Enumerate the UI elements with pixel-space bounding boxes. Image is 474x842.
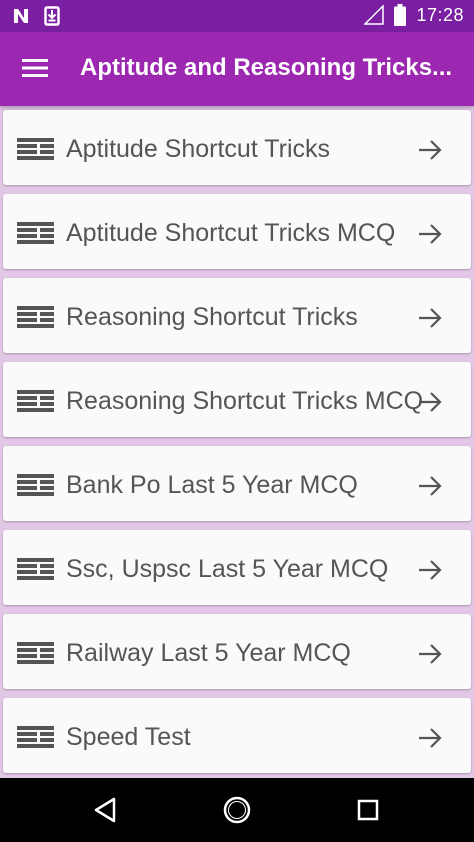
list-icon — [17, 642, 54, 664]
arrow-right-icon — [419, 308, 442, 328]
navigation-bar — [0, 778, 474, 842]
list-icon — [17, 306, 54, 328]
status-right: 17:28 — [364, 4, 464, 26]
back-icon[interactable] — [90, 794, 122, 826]
list-icon — [17, 558, 54, 580]
menu-item-label: Aptitude Shortcut Tricks — [66, 135, 331, 163]
arrow-right-icon — [419, 476, 442, 496]
list-icon — [17, 222, 54, 244]
list-icon — [17, 726, 54, 748]
menu-item-railway-last-5-year-mcq[interactable]: Railway Last 5 Year MCQ — [3, 614, 471, 689]
menu-item-label: Bank Po Last 5 Year MCQ — [66, 471, 358, 499]
menu-item-aptitude-shortcut-tricks[interactable]: Aptitude Shortcut Tricks — [3, 110, 471, 185]
menu-item-speed-test[interactable]: Speed Test — [3, 698, 471, 773]
app-title: Aptitude and Reasoning Tricks... — [80, 54, 453, 81]
menu-item-label: Speed Test — [66, 723, 191, 751]
n-notification-icon — [14, 9, 28, 23]
arrow-right-icon — [419, 224, 442, 244]
status-left — [12, 6, 60, 26]
battery-icon — [394, 4, 407, 26]
list-icon — [17, 474, 54, 496]
menu-item-reasoning-shortcut-tricks-mcq[interactable]: Reasoning Shortcut Tricks MCQ — [3, 362, 471, 437]
menu-item-label: Ssc, Uspsc Last 5 Year MCQ — [66, 555, 389, 583]
status-time: 17:28 — [416, 4, 464, 25]
menu-item-label: Reasoning Shortcut Tricks — [66, 303, 358, 331]
download-notification-icon — [44, 6, 60, 26]
list-icon — [17, 390, 54, 412]
arrow-right-icon — [419, 728, 442, 748]
app-bar: Aptitude and Reasoning Tricks... — [0, 32, 474, 106]
hamburger-menu-icon[interactable] — [22, 56, 50, 80]
signal-icon — [364, 5, 385, 25]
menu-item-aptitude-shortcut-tricks-mcq[interactable]: Aptitude Shortcut Tricks MCQ — [3, 194, 471, 269]
recents-icon[interactable] — [352, 794, 384, 826]
arrow-right-icon — [419, 140, 442, 160]
menu-item-label: Railway Last 5 Year MCQ — [66, 639, 351, 667]
screen: 17:28 Aptitude and Reasoning Tricks... A… — [0, 0, 474, 842]
status-bar: 17:28 — [0, 0, 474, 32]
menu-item-label: Reasoning Shortcut Tricks MCQ — [66, 387, 424, 415]
menu-item-ssc-uspsc-last-5-year-mcq[interactable]: Ssc, Uspsc Last 5 Year MCQ — [3, 530, 471, 605]
arrow-right-icon — [419, 644, 442, 664]
list-icon — [17, 138, 54, 160]
arrow-right-icon — [419, 392, 442, 412]
arrow-right-icon — [419, 560, 442, 580]
menu-item-reasoning-shortcut-tricks[interactable]: Reasoning Shortcut Tricks — [3, 278, 471, 353]
home-icon[interactable] — [221, 794, 253, 826]
menu-item-bank-po-last-5-year-mcq[interactable]: Bank Po Last 5 Year MCQ — [3, 446, 471, 521]
menu-item-label: Aptitude Shortcut Tricks MCQ — [66, 219, 396, 247]
